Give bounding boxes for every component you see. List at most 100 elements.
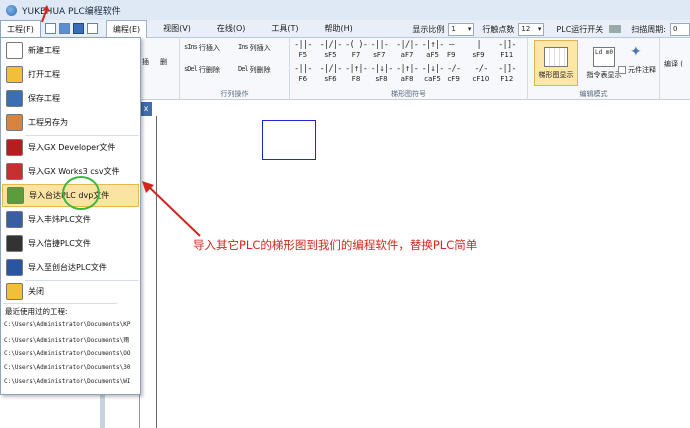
row-points-select[interactable]: 12 ▾ [518, 22, 545, 36]
display-ratio-select[interactable]: 1 ▾ [448, 22, 475, 36]
ladder-symbol-af8-button[interactable]: -|↑|- aF8 [396, 64, 419, 83]
ladder-symbol-f9-button[interactable]: — F9 [447, 40, 455, 59]
ladder-symbol-icon: -||- [294, 64, 313, 74]
compile-button-partial[interactable]: 编译 ( [664, 60, 683, 68]
delete-partial-label: 删 [160, 58, 167, 66]
delete-row-button[interactable]: sDel 行删除 [184, 64, 220, 75]
menu-item-label: 保存工程 [28, 94, 60, 103]
ladder-symbol-icon: -/- [474, 64, 488, 74]
ladder-symbol-key: sF7 [373, 51, 386, 59]
project-tree-scrollbar[interactable] [100, 395, 105, 428]
chevron-down-icon: ▾ [467, 25, 472, 33]
insert-row-button[interactable]: sIns 行插入 [184, 42, 220, 53]
ladder-grid-icon [544, 46, 568, 67]
insert-button-partial[interactable]: 插 [142, 58, 149, 66]
delete-button-partial[interactable]: 删 [160, 58, 167, 66]
insert-partial-label: 插 [142, 58, 149, 66]
menu-project[interactable]: 工程(F) [0, 19, 41, 38]
recent-project-item[interactable]: C:\Users\Administrator\Documents\KP [4, 321, 138, 328]
ladder-symbol-icon: -/- [447, 64, 461, 74]
menu-item-label: 关闭 [28, 287, 44, 296]
save-icon[interactable] [72, 23, 84, 34]
menu-item-fengwei-plc[interactable]: 导入丰炜PLC文件 [2, 208, 139, 231]
delete-col-button[interactable]: Del 列删除 [238, 64, 271, 75]
menu-edit[interactable]: 编程(E) [105, 19, 148, 38]
ribbon-group-edit-mode: 梯形图显示 Ld m0 指令表显示 元件注释 ✦ 编辑模式 [528, 38, 660, 100]
document-tab-close[interactable]: x [140, 102, 152, 116]
menu-item-zhichuang-plc[interactable]: 导入至创台达PLC文件 [2, 256, 139, 279]
menu-item-label: 导入丰炜PLC文件 [28, 215, 91, 224]
toggle-icon[interactable] [609, 25, 622, 33]
ladder-symbol-key: F7 [351, 51, 361, 59]
menu-item-label: 打开工程 [28, 70, 60, 79]
ladder-symbol-icon: -|/|- [396, 40, 419, 50]
menu-item-gx-developer[interactable]: 导入GX Developer文件 [2, 136, 139, 159]
project-dropdown-menu: 新建工程 打开工程 保存工程 工程另存为 导入GX Developer文件 导入GX Wo… [0, 37, 141, 395]
menu-view[interactable]: 视图(V) [157, 20, 197, 38]
ladder-symbol-af5-button[interactable]: -|↑|- aF5 [421, 40, 445, 59]
ladder-display-button[interactable]: 梯形图显示 [534, 40, 578, 86]
doc-tab-close-label: x [143, 104, 149, 113]
instruction-display-label: 指令表显示 [586, 70, 622, 79]
instruction-display-button[interactable]: Ld m0 指令表显示 [582, 40, 626, 86]
fengwei-plc-icon [6, 211, 23, 228]
new-file-icon[interactable] [44, 23, 56, 34]
instruction-icon-text: Ld m0 [594, 48, 614, 56]
display-ratio-label: 显示比例 [412, 24, 445, 34]
close-folder-icon [6, 283, 23, 300]
ladder-symbol-icon: | [476, 40, 482, 50]
red-arrow-icon [41, 5, 50, 23]
menu-item-new-file[interactable]: 新建工程 [2, 39, 139, 62]
ladder-symbol-f11-button[interactable]: -|]- F11 [498, 40, 517, 59]
ladder-symbol-icon: -|↑|- [421, 40, 445, 50]
ribbon-group-partial: 插 删 [140, 38, 180, 100]
ladder-symbol-sf8-button[interactable]: -|↓|- sF8 [371, 64, 394, 83]
ladder-symbol-icon: -||- [294, 40, 313, 50]
menu-help[interactable]: 帮助(H) [319, 20, 359, 38]
ladder-symbol-sf6-button[interactable]: -|/|- sF6 [320, 64, 343, 83]
scan-period-value: 0 [673, 25, 678, 33]
ladder-display-label: 梯形图显示 [538, 70, 574, 79]
ladder-symbol-caf5-button[interactable]: -|↓|- caF5 [422, 64, 445, 83]
ladder-symbol-sf7-button[interactable]: -||- sF7 [371, 40, 390, 59]
recent-project-item[interactable]: C:\Users\Administrator\Documents\OO [4, 350, 138, 357]
ladder-symbol-icon: -|/|- [319, 40, 343, 50]
menu-tools[interactable]: 工具(T) [265, 20, 304, 38]
recent-project-item[interactable]: C:\Users\Administrator\Documents\WI [4, 378, 138, 385]
ladder-symbol-f6-button[interactable]: -||- F6 [294, 64, 313, 83]
clipboard-icon[interactable] [86, 23, 98, 34]
ladder-symbol-f12-button[interactable]: -|]- F12 [498, 64, 517, 83]
insert-col-button[interactable]: Ins 列插入 [238, 42, 271, 53]
menu-item-save-disk[interactable]: 保存工程 [2, 87, 139, 110]
ladder-symbol-key: sF5 [324, 51, 337, 59]
ladder-editor-canvas[interactable] [140, 100, 690, 428]
insert-col-key: Ins [238, 43, 249, 51]
menu-item-close-folder[interactable]: 关闭 [2, 280, 139, 303]
ladder-symbol-f5-button[interactable]: -||- F5 [294, 40, 313, 59]
menu-item-open-folder[interactable]: 打开工程 [2, 63, 139, 86]
delta-plc-icon [7, 187, 24, 204]
recent-project-item[interactable]: C:\Users\Administrator\Documents\雨 [4, 335, 138, 344]
ladder-symbol-icon: -|]- [498, 40, 517, 50]
menu-item-save-as-users[interactable]: 工程另存为 [2, 111, 139, 134]
element-comment-toggle[interactable]: 元件注释 [618, 66, 656, 74]
element-comment-checkbox[interactable] [618, 66, 626, 74]
ladder-symbol-cf10-button[interactable]: -/- cF10 [473, 64, 490, 83]
image-icon[interactable] [58, 23, 70, 34]
delete-col-key: Del [238, 65, 249, 73]
ladder-symbol-f7-button[interactable]: -( )- F7 [345, 40, 368, 59]
ladder-symbol-f8-button[interactable]: -|↑|- F8 [345, 64, 368, 83]
recent-project-item[interactable]: C:\Users\Administrator\Documents\30 [4, 364, 138, 371]
wand-icon[interactable]: ✦ [630, 44, 642, 60]
ladder-symbol-af7-button[interactable]: -|/|- aF7 [396, 40, 419, 59]
menu-online[interactable]: 在线(O) [211, 20, 252, 38]
ladder-symbol-sf9-button[interactable]: | sF9 [473, 40, 485, 59]
ladder-symbol-key: sF9 [472, 51, 485, 59]
ladder-symbol-sf5-button[interactable]: -|/|- sF5 [319, 40, 343, 59]
plc-run-switch-label[interactable]: PLC运行开关 [556, 24, 603, 35]
ladder-symbol-cf9-button[interactable]: -/- cF9 [447, 64, 461, 83]
ladder-symbol-key: aF7 [400, 51, 414, 59]
row-points-value: 12 [521, 25, 531, 33]
scan-period-field[interactable]: 0 [670, 22, 690, 36]
menu-item-xinje-plc[interactable]: 导入信捷PLC文件 [2, 232, 139, 255]
